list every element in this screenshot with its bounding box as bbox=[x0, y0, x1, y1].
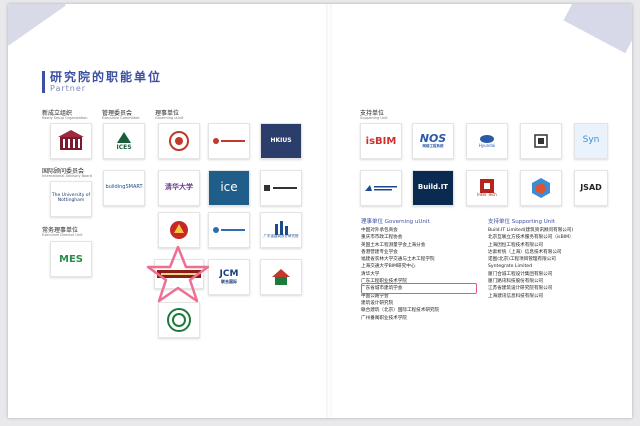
inter-tech-label: Inter Tech bbox=[477, 191, 497, 197]
governing-list: 中国对外承包商会 重庆市市政工程协会 英国土木工程测量学会上海分会 香港营建专业… bbox=[361, 227, 439, 322]
logo-blue-text bbox=[208, 212, 250, 248]
corner-decoration bbox=[563, 4, 632, 54]
list-item: 香港营建专业学会 bbox=[361, 249, 398, 255]
logo-isbim: isBIM bbox=[360, 123, 402, 159]
logo-house-mark bbox=[260, 259, 302, 295]
logo-buildingsmart: buildingSMART bbox=[103, 170, 145, 206]
corner-decoration bbox=[8, 4, 67, 46]
list-item: 福建省农林大学交通与土木工程学院 bbox=[361, 257, 435, 263]
brochure-page: 研究院的职能单位 Partner 新成立组织 Newly Setup Organ… bbox=[8, 4, 632, 418]
logo-green-seal bbox=[158, 302, 200, 338]
gdcec-label: 广东省建筑设计研究院 bbox=[263, 234, 299, 239]
list-item: 上海建讯信息科技有限公司 bbox=[488, 293, 544, 299]
logo-mes: MES bbox=[50, 241, 92, 277]
group-supporting-en: Supporting Unit bbox=[360, 116, 388, 120]
list-item: 达索析统（上海）信息技术有限公司 bbox=[488, 249, 562, 255]
page-subtitle: Partner bbox=[50, 84, 87, 93]
governing-list-heading: 理事单位 Governing uUnit bbox=[361, 219, 430, 225]
list-item: 广州番禺职业技术学院 bbox=[361, 315, 407, 321]
list-item: 中国对外承包商会 bbox=[361, 228, 398, 233]
group-committee-en: Executive Committee bbox=[102, 116, 140, 120]
page-fold bbox=[326, 4, 332, 418]
logo-nottingham: The University of Nottingham bbox=[50, 181, 92, 217]
logo-hex-mark bbox=[520, 170, 562, 206]
list-item: 江苏省建筑设计研究院有限公司 bbox=[488, 286, 553, 292]
logo-jcm: JCM 联合国际 bbox=[208, 259, 250, 295]
list-item: Build.IT Limited(建筑资讯顾问有限公司) bbox=[488, 228, 574, 233]
group-new-org-en: Newly Setup Organization bbox=[42, 116, 88, 120]
supporting-list: Build.IT Limited(建筑资讯顾问有限公司) 北京互联立方技术服务有… bbox=[488, 227, 574, 300]
list-item: 重庆市市政工程协会 bbox=[361, 235, 403, 241]
logo-tsinghua: 清华大学 bbox=[158, 170, 200, 206]
list-item: 厦门路讯科技股份有限公司 bbox=[488, 279, 544, 285]
logo-buildit: Build.IT bbox=[412, 170, 454, 206]
logo-syn: Syn bbox=[574, 123, 608, 159]
group-executive-en: Executive Director Unit bbox=[42, 233, 83, 237]
list-item: 北京互联立方技术服务有限公司（isBIM） bbox=[488, 235, 574, 241]
logo-hyundai: Hyundai bbox=[466, 123, 508, 159]
list-item: 联合建筑（北京）国际工程技术研究院 bbox=[361, 308, 440, 314]
logo-red-text bbox=[208, 123, 250, 159]
list-item: 建筑设计研究院 bbox=[361, 300, 394, 306]
logo-ices: ICES bbox=[103, 123, 145, 159]
logo-inter-tech: Inter Tech bbox=[466, 170, 508, 206]
star-highlight-icon bbox=[146, 245, 210, 303]
supporting-list-heading: 支持单位 Supporting Unit bbox=[488, 219, 555, 225]
logo-square-mark bbox=[520, 123, 562, 159]
list-item: Syntegrate Limited bbox=[488, 264, 533, 270]
logo-red-crest bbox=[158, 123, 200, 159]
list-item: 诺图(北京)工程项目管理有限公司 bbox=[488, 257, 556, 263]
logo-dassault bbox=[360, 170, 402, 206]
list-item: 清华大学 bbox=[361, 271, 380, 277]
logo-ice: ice bbox=[208, 170, 250, 206]
logo-jsad: JSAD bbox=[574, 170, 608, 206]
logo-hkius: HKIUS bbox=[260, 123, 302, 159]
jcm-sub-label: 联合国际 bbox=[221, 278, 237, 284]
group-advisory-en: International Advisory Board bbox=[42, 174, 92, 178]
group-governing-en: Governing uUnit bbox=[155, 116, 184, 120]
logo-nos: NOS 网络工程系统 bbox=[412, 123, 454, 159]
logo-dark-text bbox=[260, 170, 302, 206]
list-item: 厦门合诚工程设计集团有限公司 bbox=[488, 271, 553, 277]
logo-red-gear bbox=[158, 212, 200, 248]
logo-emblem bbox=[50, 123, 92, 159]
list-item: 上海因恒工程技术有限公司 bbox=[488, 242, 544, 248]
title-bar bbox=[42, 71, 45, 93]
ices-label: ICES bbox=[116, 143, 132, 151]
nos-sub-label: 网络工程系统 bbox=[422, 144, 444, 149]
logo-gdcec: 广东省建筑设计研究院 bbox=[260, 212, 302, 248]
list-item: 上海交通大学BIM研究中心 bbox=[361, 264, 416, 270]
list-item: 英国土木工程测量学会上海分会 bbox=[361, 242, 426, 248]
highlight-box bbox=[361, 283, 477, 294]
page-title: 研究院的职能单位 bbox=[50, 70, 163, 84]
hyundai-label: Hyundai bbox=[478, 142, 496, 148]
